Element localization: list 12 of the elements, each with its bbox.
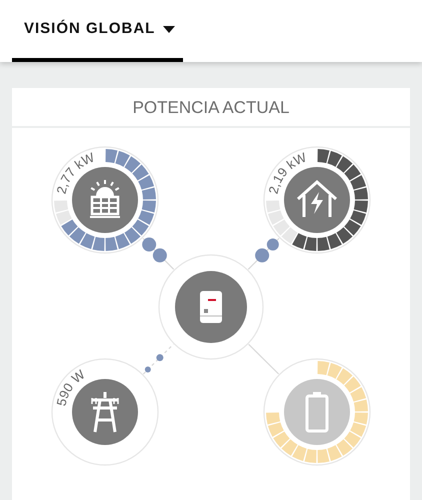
battery-icon (306, 392, 328, 433)
flow-connector (248, 344, 280, 375)
flow-connector (248, 238, 280, 270)
flow-connector (142, 238, 174, 270)
solar-panel-icon (90, 180, 120, 218)
house-bolt-icon (296, 180, 338, 219)
node-disc (284, 379, 350, 446)
inverter-icon (200, 291, 222, 324)
power-pylon-icon (90, 390, 120, 434)
card-title: POTENCIA ACTUAL (12, 88, 410, 128)
flow-connector (142, 344, 174, 375)
caret-icon (163, 26, 176, 32)
